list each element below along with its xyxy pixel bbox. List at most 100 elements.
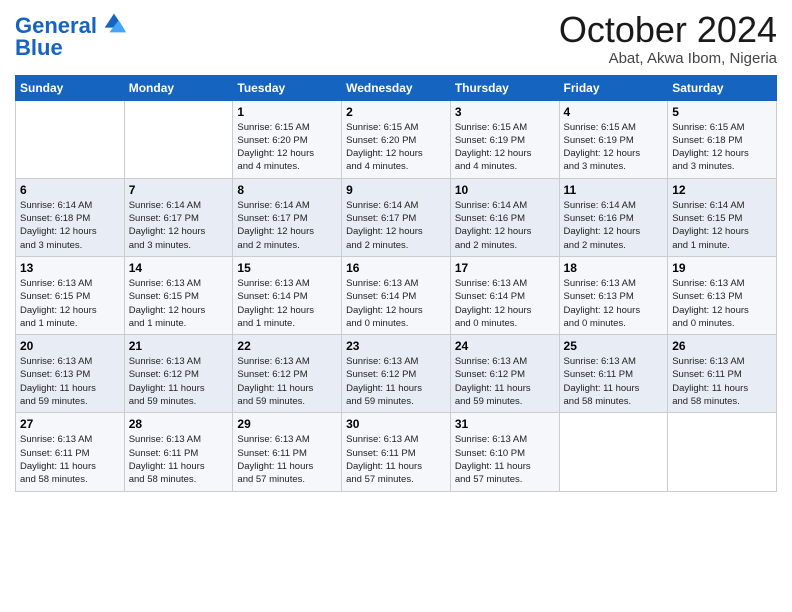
calendar-cell: 29 Sunrise: 6:13 AM Sunset: 6:11 PM Dayli… bbox=[233, 413, 342, 491]
day-info: Sunrise: 6:15 AM Sunset: 6:18 PM Dayligh… bbox=[672, 121, 772, 174]
calendar-cell: 15 Sunrise: 6:13 AM Sunset: 6:14 PM Dayli… bbox=[233, 256, 342, 334]
calendar-week-row: 6 Sunrise: 6:14 AM Sunset: 6:18 PM Daylig… bbox=[16, 178, 777, 256]
day-number: 10 bbox=[455, 183, 555, 197]
day-number: 16 bbox=[346, 261, 446, 275]
calendar-cell: 1 Sunrise: 6:15 AM Sunset: 6:20 PM Daylig… bbox=[233, 100, 342, 178]
day-info: Sunrise: 6:14 AM Sunset: 6:17 PM Dayligh… bbox=[346, 199, 446, 252]
day-number: 27 bbox=[20, 417, 120, 431]
day-number: 23 bbox=[346, 339, 446, 353]
weekday-header-tuesday: Tuesday bbox=[233, 75, 342, 100]
day-number: 21 bbox=[129, 339, 229, 353]
day-number: 6 bbox=[20, 183, 120, 197]
calendar-cell bbox=[559, 413, 668, 491]
day-number: 1 bbox=[237, 105, 337, 119]
calendar-cell: 17Sunrise: 6:13 AM Sunset: 6:14 PM Dayli… bbox=[450, 256, 559, 334]
calendar-cell: 19Sunrise: 6:13 AM Sunset: 6:13 PM Dayli… bbox=[668, 256, 777, 334]
day-number: 29 bbox=[237, 417, 337, 431]
page-header: General Blue October 2024 Abat, Akwa Ibo… bbox=[15, 10, 777, 67]
calendar-cell: 27Sunrise: 6:13 AM Sunset: 6:11 PM Dayli… bbox=[16, 413, 125, 491]
calendar-cell: 7Sunrise: 6:14 AM Sunset: 6:17 PM Daylig… bbox=[124, 178, 233, 256]
weekday-header-friday: Friday bbox=[559, 75, 668, 100]
day-number: 9 bbox=[346, 183, 446, 197]
calendar-cell: 14Sunrise: 6:13 AM Sunset: 6:15 PM Dayli… bbox=[124, 256, 233, 334]
calendar-cell: 22 Sunrise: 6:13 AM Sunset: 6:12 PM Dayli… bbox=[233, 335, 342, 413]
day-number: 15 bbox=[237, 261, 337, 275]
day-info: Sunrise: 6:14 AM Sunset: 6:15 PM Dayligh… bbox=[672, 199, 772, 252]
calendar-cell: 12 Sunrise: 6:14 AM Sunset: 6:15 PM Dayli… bbox=[668, 178, 777, 256]
calendar-cell: 2 Sunrise: 6:15 AM Sunset: 6:20 PM Daylig… bbox=[342, 100, 451, 178]
day-number: 18 bbox=[564, 261, 664, 275]
day-number: 28 bbox=[129, 417, 229, 431]
day-info: Sunrise: 6:15 AM Sunset: 6:20 PM Dayligh… bbox=[346, 121, 446, 174]
logo: General Blue bbox=[15, 15, 128, 59]
weekday-header-saturday: Saturday bbox=[668, 75, 777, 100]
weekday-header-thursday: Thursday bbox=[450, 75, 559, 100]
day-info: Sunrise: 6:14 AM Sunset: 6:16 PM Dayligh… bbox=[564, 199, 664, 252]
day-number: 26 bbox=[672, 339, 772, 353]
day-number: 11 bbox=[564, 183, 664, 197]
calendar-cell: 11 Sunrise: 6:14 AM Sunset: 6:16 PM Dayli… bbox=[559, 178, 668, 256]
calendar-cell: 16 Sunrise: 6:13 AM Sunset: 6:14 PM Dayli… bbox=[342, 256, 451, 334]
calendar-cell: 3 Sunrise: 6:15 AM Sunset: 6:19 PM Daylig… bbox=[450, 100, 559, 178]
day-info: Sunrise: 6:13 AM Sunset: 6:14 PM Dayligh… bbox=[346, 277, 446, 330]
day-number: 25 bbox=[564, 339, 664, 353]
day-info: Sunrise: 6:14 AM Sunset: 6:16 PM Dayligh… bbox=[455, 199, 555, 252]
calendar-cell: 26 Sunrise: 6:13 AM Sunset: 6:11 PM Dayli… bbox=[668, 335, 777, 413]
day-number: 14 bbox=[129, 261, 229, 275]
calendar-week-row: 1 Sunrise: 6:15 AM Sunset: 6:20 PM Daylig… bbox=[16, 100, 777, 178]
calendar-cell: 28Sunrise: 6:13 AM Sunset: 6:11 PM Dayli… bbox=[124, 413, 233, 491]
calendar-cell: 23 Sunrise: 6:13 AM Sunset: 6:12 PM Dayli… bbox=[342, 335, 451, 413]
calendar-cell: 8Sunrise: 6:14 AM Sunset: 6:17 PM Daylig… bbox=[233, 178, 342, 256]
day-number: 12 bbox=[672, 183, 772, 197]
day-info: Sunrise: 6:13 AM Sunset: 6:13 PM Dayligh… bbox=[672, 277, 772, 330]
calendar-cell: 31 Sunrise: 6:13 AM Sunset: 6:10 PM Dayli… bbox=[450, 413, 559, 491]
weekday-header-sunday: Sunday bbox=[16, 75, 125, 100]
calendar-week-row: 20Sunrise: 6:13 AM Sunset: 6:13 PM Dayli… bbox=[16, 335, 777, 413]
logo-text: General bbox=[15, 15, 97, 37]
calendar-cell: 18 Sunrise: 6:13 AM Sunset: 6:13 PM Dayli… bbox=[559, 256, 668, 334]
calendar-cell: 21 Sunrise: 6:13 AM Sunset: 6:12 PM Dayli… bbox=[124, 335, 233, 413]
calendar-cell: 13Sunrise: 6:13 AM Sunset: 6:15 PM Dayli… bbox=[16, 256, 125, 334]
day-info: Sunrise: 6:13 AM Sunset: 6:11 PM Dayligh… bbox=[672, 355, 772, 408]
location: Abat, Akwa Ibom, Nigeria bbox=[559, 50, 777, 67]
logo-text-line2: Blue bbox=[15, 37, 128, 59]
logo-icon bbox=[100, 9, 128, 37]
day-info: Sunrise: 6:15 AM Sunset: 6:19 PM Dayligh… bbox=[564, 121, 664, 174]
day-number: 8 bbox=[237, 183, 337, 197]
day-info: Sunrise: 6:13 AM Sunset: 6:13 PM Dayligh… bbox=[20, 355, 120, 408]
day-number: 3 bbox=[455, 105, 555, 119]
day-info: Sunrise: 6:13 AM Sunset: 6:14 PM Dayligh… bbox=[237, 277, 337, 330]
day-info: Sunrise: 6:13 AM Sunset: 6:12 PM Dayligh… bbox=[346, 355, 446, 408]
calendar-cell: 25 Sunrise: 6:13 AM Sunset: 6:11 PM Dayli… bbox=[559, 335, 668, 413]
day-number: 2 bbox=[346, 105, 446, 119]
day-number: 22 bbox=[237, 339, 337, 353]
day-number: 24 bbox=[455, 339, 555, 353]
day-info: Sunrise: 6:13 AM Sunset: 6:15 PM Dayligh… bbox=[20, 277, 120, 330]
day-number: 4 bbox=[564, 105, 664, 119]
calendar-cell: 10 Sunrise: 6:14 AM Sunset: 6:16 PM Dayli… bbox=[450, 178, 559, 256]
day-info: Sunrise: 6:13 AM Sunset: 6:12 PM Dayligh… bbox=[237, 355, 337, 408]
day-info: Sunrise: 6:13 AM Sunset: 6:12 PM Dayligh… bbox=[129, 355, 229, 408]
day-info: Sunrise: 6:13 AM Sunset: 6:11 PM Dayligh… bbox=[564, 355, 664, 408]
day-info: Sunrise: 6:13 AM Sunset: 6:13 PM Dayligh… bbox=[564, 277, 664, 330]
day-info: Sunrise: 6:13 AM Sunset: 6:11 PM Dayligh… bbox=[346, 433, 446, 486]
month-title: October 2024 bbox=[559, 10, 777, 50]
calendar-cell: 24 Sunrise: 6:13 AM Sunset: 6:12 PM Dayli… bbox=[450, 335, 559, 413]
day-info: Sunrise: 6:14 AM Sunset: 6:18 PM Dayligh… bbox=[20, 199, 120, 252]
calendar-week-row: 13Sunrise: 6:13 AM Sunset: 6:15 PM Dayli… bbox=[16, 256, 777, 334]
day-info: Sunrise: 6:15 AM Sunset: 6:20 PM Dayligh… bbox=[237, 121, 337, 174]
day-info: Sunrise: 6:13 AM Sunset: 6:11 PM Dayligh… bbox=[237, 433, 337, 486]
day-number: 17 bbox=[455, 261, 555, 275]
calendar-cell bbox=[668, 413, 777, 491]
calendar-cell: 20Sunrise: 6:13 AM Sunset: 6:13 PM Dayli… bbox=[16, 335, 125, 413]
day-number: 30 bbox=[346, 417, 446, 431]
day-info: Sunrise: 6:15 AM Sunset: 6:19 PM Dayligh… bbox=[455, 121, 555, 174]
calendar-cell: 4 Sunrise: 6:15 AM Sunset: 6:19 PM Daylig… bbox=[559, 100, 668, 178]
day-info: Sunrise: 6:13 AM Sunset: 6:12 PM Dayligh… bbox=[455, 355, 555, 408]
day-info: Sunrise: 6:14 AM Sunset: 6:17 PM Dayligh… bbox=[129, 199, 229, 252]
day-number: 31 bbox=[455, 417, 555, 431]
weekday-header-wednesday: Wednesday bbox=[342, 75, 451, 100]
day-info: Sunrise: 6:13 AM Sunset: 6:10 PM Dayligh… bbox=[455, 433, 555, 486]
weekday-header-row: SundayMondayTuesdayWednesdayThursdayFrid… bbox=[16, 75, 777, 100]
day-number: 5 bbox=[672, 105, 772, 119]
